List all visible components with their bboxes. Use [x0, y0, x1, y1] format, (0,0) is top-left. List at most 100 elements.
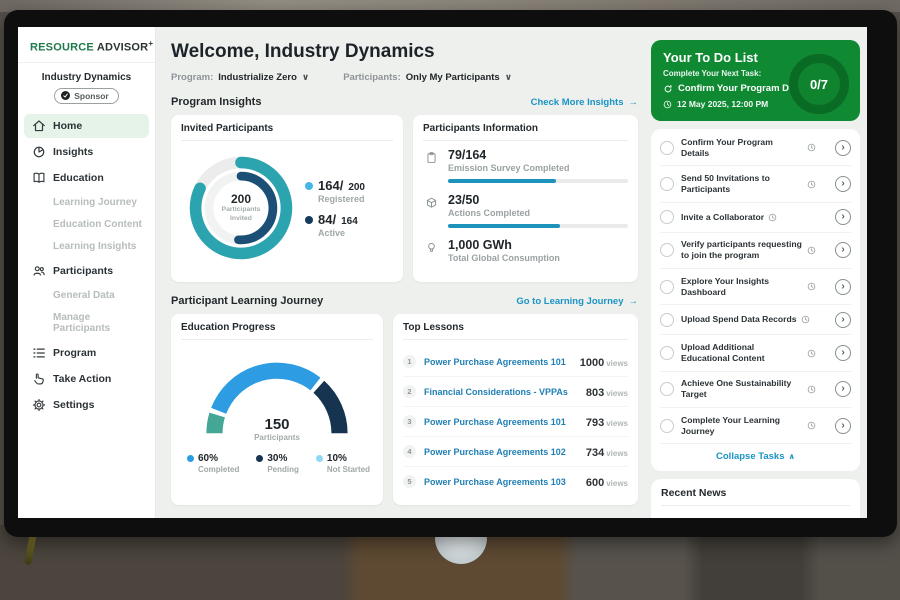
- logo-plus: +: [148, 39, 153, 48]
- sidebar-item-learning-insights[interactable]: Learning Insights: [24, 236, 149, 257]
- participants-select-value: Only My Participants: [406, 72, 500, 83]
- main-content: Welcome, Industry Dynamics Program: Indu…: [156, 27, 651, 518]
- clipboard-icon: [425, 148, 440, 183]
- task-open-button[interactable]: ›: [835, 381, 851, 397]
- task-checkbox[interactable]: [660, 243, 674, 257]
- task-open-button[interactable]: ›: [835, 312, 851, 328]
- participants-select[interactable]: Participants: Only My Participants ∨: [343, 72, 512, 83]
- sidebar-item-education[interactable]: Education: [24, 166, 149, 190]
- lesson-link[interactable]: Power Purchase Agreements 101: [424, 417, 578, 427]
- sidebar-item-label: Home: [53, 120, 82, 132]
- sidebar: RESOURCE ADVISOR+ Industry Dynamics Spon…: [18, 27, 156, 518]
- task-clock-icon: [801, 315, 810, 324]
- task-row[interactable]: Complete Your Learning Journey ›: [660, 408, 851, 444]
- section-title: Participant Learning Journey: [171, 295, 323, 307]
- task-checkbox[interactable]: [660, 313, 674, 327]
- program-select-label: Program:: [171, 72, 213, 83]
- task-open-button[interactable]: ›: [835, 242, 851, 258]
- legend-item-not-started: 10% Not Started: [316, 453, 370, 474]
- views-label: views: [606, 419, 628, 428]
- legend-value: 84/: [318, 212, 336, 227]
- collapse-tasks-link[interactable]: Collapse Tasks∧: [660, 444, 851, 470]
- link-label: Go to Learning Journey: [516, 296, 623, 307]
- task-checkbox[interactable]: [660, 141, 674, 155]
- sidebar-item-home[interactable]: Home: [24, 114, 149, 138]
- task-checkbox[interactable]: [660, 280, 674, 294]
- page-title: Welcome, Industry Dynamics: [171, 41, 638, 63]
- sidebar-item-education-content[interactable]: Education Content: [24, 214, 149, 235]
- task-row[interactable]: Confirm Your Program Details ›: [660, 130, 851, 166]
- stat-actions-completed: 23/50 Actions Completed: [425, 193, 628, 228]
- lesson-link[interactable]: Power Purchase Agreements 103: [424, 477, 578, 487]
- task-open-button[interactable]: ›: [835, 209, 851, 225]
- sidebar-item-settings[interactable]: Settings: [24, 393, 149, 417]
- legend-dot: [305, 216, 313, 224]
- participants-information-card: Participants Information 79/164 Emission…: [413, 115, 638, 282]
- task-checkbox[interactable]: [660, 346, 674, 360]
- education-icon: [32, 171, 46, 185]
- task-row[interactable]: Verify participants requesting to join t…: [660, 233, 851, 269]
- task-open-button[interactable]: ›: [835, 176, 851, 192]
- recent-news-card: Recent News: [651, 479, 860, 518]
- filter-row: Program: Industrialize Zero ∨ Participan…: [171, 72, 638, 83]
- task-open-button[interactable]: ›: [835, 140, 851, 156]
- legend-pct: 60%: [198, 453, 218, 464]
- top-lessons-card: Top Lessons 1 Power Purchase Agreements …: [393, 314, 638, 505]
- logo-text-advisor: ADVISOR: [97, 42, 149, 54]
- task-row[interactable]: Upload Spend Data Records ›: [660, 305, 851, 335]
- stat-global-consumption: 1,000 GWh Total Global Consumption: [425, 238, 628, 263]
- take-action-icon: [32, 372, 46, 386]
- sidebar-item-take-action[interactable]: Take Action: [24, 367, 149, 391]
- sidebar-item-learning-journey[interactable]: Learning Journey: [24, 192, 149, 213]
- sidebar-item-program[interactable]: Program: [24, 341, 149, 365]
- task-open-button[interactable]: ›: [835, 418, 851, 434]
- task-clock-icon: [807, 421, 816, 430]
- stat-value: 79/164: [448, 148, 628, 162]
- views-label: views: [606, 449, 628, 458]
- lesson-link[interactable]: Financial Considerations - VPPAs: [424, 387, 578, 397]
- progress-fill: [448, 224, 560, 228]
- task-checkbox[interactable]: [660, 210, 674, 224]
- gauge-center-value: 150: [189, 416, 365, 433]
- task-checkbox[interactable]: [660, 382, 674, 396]
- card-title: Participants Information: [423, 123, 628, 141]
- sidebar-item-insights[interactable]: Insights: [24, 140, 149, 164]
- sidebar-item-participants[interactable]: Participants: [24, 259, 149, 283]
- chevron-down-icon: ∨: [302, 72, 309, 83]
- go-to-learning-journey-link[interactable]: Go to Learning Journey →: [516, 296, 638, 307]
- sidebar-nav: Home Insights Education Learning Journey…: [18, 114, 155, 417]
- lesson-row: 2 Financial Considerations - VPPAs 803vi…: [403, 377, 628, 407]
- donut-center-label: Invited: [230, 215, 252, 224]
- legend-label: Registered: [318, 194, 365, 204]
- task-open-button[interactable]: ›: [835, 279, 851, 295]
- task-row[interactable]: Invite a Collaborator ›: [660, 203, 851, 233]
- legend-dot: [316, 455, 323, 462]
- task-open-button[interactable]: ›: [835, 345, 851, 361]
- program-select[interactable]: Program: Industrialize Zero ∨: [171, 72, 309, 83]
- arrow-right-icon: →: [629, 97, 639, 108]
- task-row[interactable]: Explore Your Insights Dashboard ›: [660, 269, 851, 305]
- sidebar-item-general-data[interactable]: General Data: [24, 285, 149, 306]
- task-label: Upload Spend Data Records: [681, 314, 797, 325]
- views-count: 803: [586, 387, 604, 399]
- check-more-insights-link[interactable]: Check More Insights →: [531, 97, 638, 108]
- task-row[interactable]: Achieve One Sustainability Target ›: [660, 372, 851, 408]
- organization-name: Industry Dynamics: [22, 72, 151, 83]
- lesson-link[interactable]: Power Purchase Agreements 101: [424, 357, 572, 367]
- task-checkbox[interactable]: [660, 419, 674, 433]
- task-label: Confirm Your Program Details: [681, 137, 803, 159]
- monitor-bezel: RESOURCE ADVISOR+ Industry Dynamics Spon…: [4, 10, 897, 537]
- task-label: Achieve One Sustainability Target: [681, 378, 803, 400]
- invited-participants-card: Invited Participants 200 Participants I: [171, 115, 403, 282]
- learning-journey-header: Participant Learning Journey Go to Learn…: [171, 295, 638, 307]
- task-row[interactable]: Upload Additional Educational Content ›: [660, 335, 851, 371]
- legend-item-active: 84/164 Active: [305, 212, 365, 238]
- rank-badge: 4: [403, 445, 416, 458]
- stat-label: Actions Completed: [448, 208, 628, 218]
- task-checkbox[interactable]: [660, 177, 674, 191]
- sidebar-item-manage-participants[interactable]: Manage Participants: [24, 307, 149, 339]
- lesson-link[interactable]: Power Purchase Agreements 102: [424, 447, 578, 457]
- task-row[interactable]: Send 50 Invitations to Participants ›: [660, 166, 851, 202]
- section-title: Program Insights: [171, 96, 261, 108]
- legend-pct: 10%: [327, 453, 347, 464]
